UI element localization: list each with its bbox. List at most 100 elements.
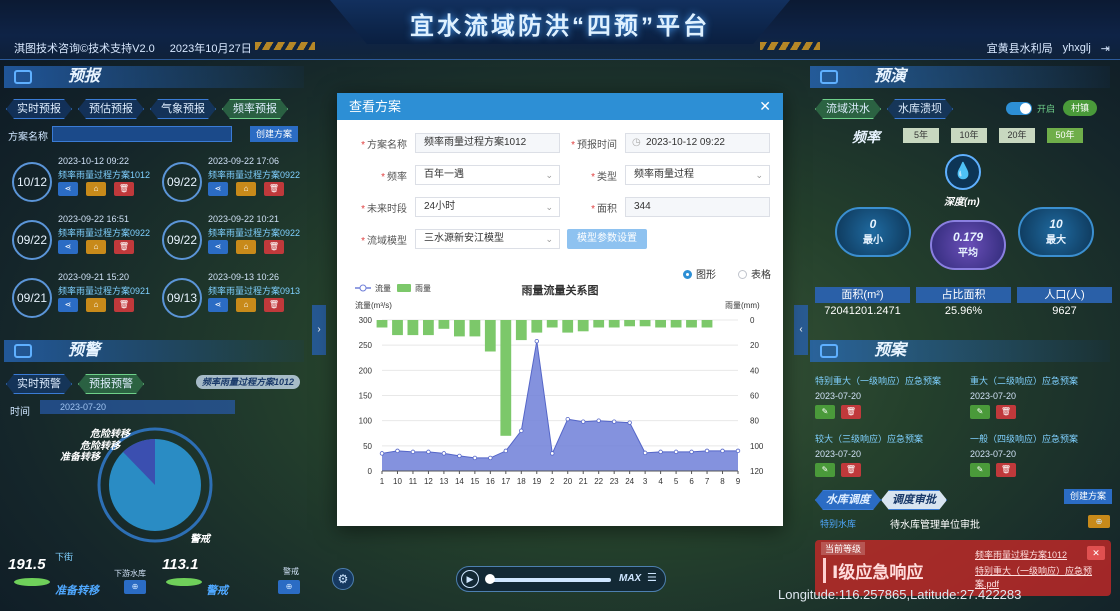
plan-name[interactable]: 频率雨量过程方案0922 bbox=[58, 226, 150, 239]
share-icon[interactable]: ⋖ bbox=[208, 182, 228, 196]
tab-estimate-forecast[interactable]: 预估预报 bbox=[78, 99, 144, 119]
tab-forecast-warning[interactable]: 预报预警 bbox=[78, 374, 144, 394]
y2-tick-label: 0 bbox=[750, 316, 755, 325]
tab-dispatch-approval[interactable]: 调度审批 bbox=[881, 490, 947, 510]
delete-icon[interactable]: 🗑 bbox=[114, 182, 134, 196]
plan-card[interactable]: 09/13 2023-09-13 10:26 频率雨量过程方案0913 ⋖ ⌂ 🗑 bbox=[162, 272, 312, 332]
logout-icon[interactable]: ⇥ bbox=[1101, 42, 1110, 55]
right-collapse-handle[interactable]: ‹ bbox=[794, 305, 808, 355]
share-icon[interactable]: ⋖ bbox=[208, 240, 228, 254]
reservoir-button[interactable]: ⊕ bbox=[124, 580, 146, 594]
village-chip[interactable]: 村镇 bbox=[1063, 100, 1098, 116]
share-icon[interactable]: ⋖ bbox=[208, 298, 228, 312]
delete-icon[interactable]: 🗑 bbox=[264, 240, 284, 254]
plan-card[interactable]: 09/22 2023-09-22 17:06 频率雨量过程方案0922 ⋖ ⌂ 🗑 bbox=[162, 156, 312, 216]
emergency-plan-name[interactable]: 一般（四级响应）应急预案 bbox=[970, 432, 1078, 445]
share-icon[interactable]: ⋖ bbox=[58, 298, 78, 312]
tab-realtime-forecast[interactable]: 实时预报 bbox=[6, 99, 72, 119]
emergency-plan-name[interactable]: 较大（三级响应）应急预案 bbox=[815, 432, 923, 445]
settings-gear-icon[interactable]: ⚙ bbox=[332, 568, 354, 590]
edit-icon[interactable]: ✎ bbox=[970, 405, 990, 419]
area-field[interactable]: 344 bbox=[625, 197, 770, 217]
row-area: * 面积 344 bbox=[561, 197, 770, 217]
plan-name-input[interactable] bbox=[52, 126, 232, 142]
create-plan-button[interactable]: 创建方案 bbox=[250, 126, 299, 142]
home-icon[interactable]: ⌂ bbox=[236, 182, 256, 196]
level-button[interactable]: ⊕ bbox=[278, 580, 300, 594]
plan-name[interactable]: 频率雨量过程方案0921 bbox=[58, 284, 150, 297]
playback-slider-handle[interactable] bbox=[485, 574, 495, 584]
close-icon[interactable]: ✕ bbox=[1087, 546, 1105, 560]
approval-button[interactable]: ⊕ bbox=[1088, 515, 1110, 528]
delete-icon[interactable]: 🗑 bbox=[996, 405, 1016, 419]
frequency-select[interactable]: 百年一遇 ⌄ bbox=[415, 165, 560, 185]
stat-min: 0 最小 bbox=[835, 207, 911, 257]
home-icon[interactable]: ⌂ bbox=[86, 298, 106, 312]
delete-icon[interactable]: 🗑 bbox=[841, 463, 861, 477]
tab-frequency-forecast[interactable]: 频率预报 bbox=[222, 99, 288, 119]
tab-realtime-warning[interactable]: 实时预警 bbox=[6, 374, 72, 394]
home-icon[interactable]: ⌂ bbox=[236, 298, 256, 312]
table-header-ratio: 占比面积 bbox=[916, 287, 1011, 303]
delete-icon[interactable]: 🗑 bbox=[114, 298, 134, 312]
map-coordinates: Longitude:116.257865,Latitude:27.422283 bbox=[778, 587, 1022, 602]
freq-option-20[interactable]: 20年 bbox=[999, 128, 1035, 143]
emergency-plan-name[interactable]: 特别重大（一级响应）应急预案 bbox=[815, 374, 941, 387]
delete-icon[interactable]: 🗑 bbox=[264, 182, 284, 196]
freq-option-5[interactable]: 5年 bbox=[903, 128, 939, 143]
user-name[interactable]: yhxglj bbox=[1063, 42, 1091, 54]
share-icon[interactable]: ⋖ bbox=[58, 182, 78, 196]
plan-name[interactable]: 频率雨量过程方案0922 bbox=[208, 168, 300, 181]
home-icon[interactable]: ⌂ bbox=[86, 240, 106, 254]
station-value-left: 191.5 bbox=[8, 556, 46, 573]
plan-name-field[interactable]: 频率雨量过程方案1012 bbox=[415, 133, 560, 153]
x-tick-label: 19 bbox=[532, 477, 541, 486]
plan-name[interactable]: 频率雨量过程方案1012 bbox=[58, 168, 150, 181]
alert-plan-name[interactable]: 频率雨量过程方案1012 bbox=[975, 548, 1067, 561]
tab-weather-forecast[interactable]: 气象预报 bbox=[150, 99, 216, 119]
app-header: 宜水流域防洪“四预”平台 淇图技术咨询©技术支持V2.0 2023年10月27日… bbox=[0, 0, 1120, 60]
row-period: * 未来时段 24小时 ⌄ bbox=[337, 197, 560, 217]
create-dispatch-button[interactable]: 创建方案 bbox=[1064, 489, 1113, 504]
playback-slider[interactable] bbox=[487, 578, 611, 582]
emergency-plan-name[interactable]: 重大（二级响应）应急预案 bbox=[970, 374, 1078, 387]
time-input[interactable]: 2023-07-20 bbox=[40, 400, 235, 414]
chevron-down-icon: ⌄ bbox=[755, 170, 763, 180]
plan-card[interactable]: 10/12 2023-10-12 09:22 频率雨量过程方案1012 ⋖ ⌂ 🗑 bbox=[12, 156, 162, 216]
speed-adjust-icon[interactable]: ☰ bbox=[647, 571, 657, 584]
plan-card[interactable]: 09/21 2023-09-21 15:20 频率雨量过程方案0921 ⋖ ⌂ 🗑 bbox=[12, 272, 162, 332]
edit-icon[interactable]: ✎ bbox=[815, 405, 835, 419]
period-select[interactable]: 24小时 ⌄ bbox=[415, 197, 560, 217]
model-select[interactable]: 三水源新安江模型 ⌄ bbox=[415, 229, 560, 249]
share-icon[interactable]: ⋖ bbox=[58, 240, 78, 254]
close-icon[interactable]: ✕ bbox=[759, 93, 771, 120]
plan-card[interactable]: 09/22 2023-09-22 16:51 频率雨量过程方案0922 ⋖ ⌂ 🗑 bbox=[12, 214, 162, 274]
label-forecast-time: 预报时间 bbox=[577, 139, 617, 151]
delete-icon[interactable]: 🗑 bbox=[996, 463, 1016, 477]
plan-name[interactable]: 频率雨量过程方案0922 bbox=[208, 226, 300, 239]
tab-dam-break[interactable]: 水库溃坝 bbox=[887, 99, 953, 119]
home-icon[interactable]: ⌂ bbox=[236, 240, 256, 254]
edit-icon[interactable]: ✎ bbox=[970, 463, 990, 477]
delete-icon[interactable]: 🗑 bbox=[114, 240, 134, 254]
plan-name[interactable]: 频率雨量过程方案0913 bbox=[208, 284, 300, 297]
x-tick-label: 10 bbox=[393, 477, 402, 486]
flow-point bbox=[658, 449, 663, 455]
freq-option-10[interactable]: 10年 bbox=[951, 128, 987, 143]
freq-option-50[interactable]: 50年 bbox=[1047, 128, 1083, 143]
home-icon[interactable]: ⌂ bbox=[86, 182, 106, 196]
delete-icon[interactable]: 🗑 bbox=[841, 405, 861, 419]
forecast-time-field[interactable]: ◷ 2023-10-12 09:22 bbox=[625, 133, 770, 153]
model-params-button[interactable]: 模型参数设置 bbox=[567, 229, 647, 249]
delete-icon[interactable]: 🗑 bbox=[264, 298, 284, 312]
type-select[interactable]: 频率雨量过程 ⌄ bbox=[625, 165, 770, 185]
layer-toggle[interactable] bbox=[1006, 102, 1032, 115]
tab-reservoir-dispatch[interactable]: 水库调度 bbox=[815, 490, 881, 510]
tab-basin-flood[interactable]: 流域洪水 bbox=[815, 99, 881, 119]
edit-icon[interactable]: ✎ bbox=[815, 463, 835, 477]
plan-card[interactable]: 09/22 2023-09-22 10:21 频率雨量过程方案0922 ⋖ ⌂ 🗑 bbox=[162, 214, 312, 274]
play-icon[interactable]: ▶ bbox=[461, 570, 479, 588]
y-tick-label: 150 bbox=[359, 392, 373, 401]
left-collapse-handle[interactable]: › bbox=[312, 305, 326, 355]
header-left-info: 淇图技术咨询©技术支持V2.0 2023年10月27日 bbox=[14, 40, 264, 56]
